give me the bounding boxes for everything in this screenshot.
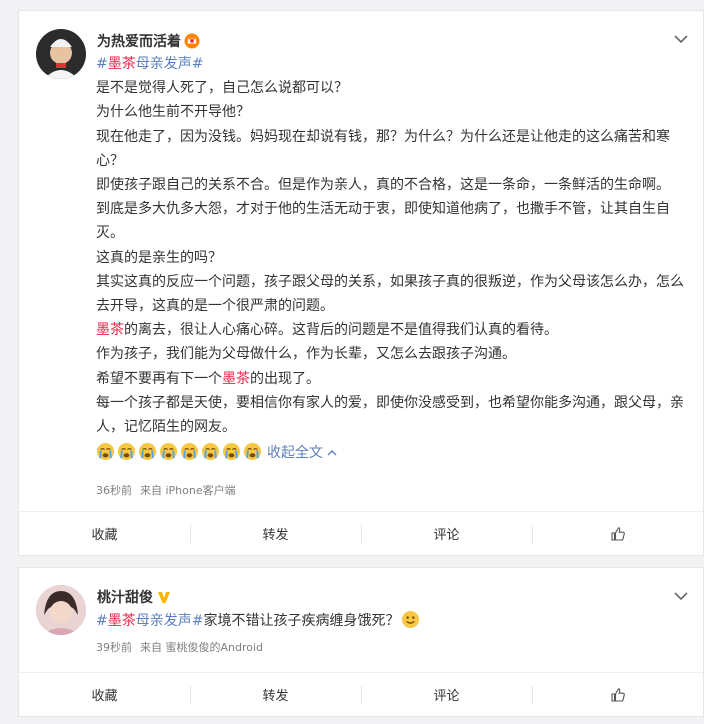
crying-face-icon — [96, 442, 115, 461]
repost-button[interactable]: 转发 — [190, 512, 361, 555]
post-meta: 36秒前 来自 iPhone客户端 — [96, 482, 244, 498]
crying-face-icon — [180, 442, 199, 461]
chevron-up-icon — [327, 450, 337, 456]
thumbs-up-icon — [610, 526, 625, 541]
smiley-face-icon — [401, 610, 420, 629]
text-line: 现在他走了，因为没钱。妈妈现在却说有钱，那？为什么？为什么还是让他走的这么痛苦和… — [96, 128, 670, 169]
like-button[interactable] — [532, 512, 703, 555]
thumbs-up-icon — [610, 687, 625, 702]
username[interactable]: 为热爱而活着 — [97, 31, 200, 53]
verified-v-icon — [156, 589, 172, 609]
post-text: #墨茶母亲发声# 是不是觉得人死了，自己怎么说都可以？ 为什么他生前不开导他？ … — [96, 52, 691, 465]
favorite-button[interactable]: 收藏 — [19, 673, 190, 716]
text-line: 其实这真的反应一个问题，孩子跟父母的关系，如果孩子真的很叛逆，作为父母该怎么办，… — [96, 273, 684, 315]
weibo-post-1: 为热爱而活着 #墨茶母亲发声# 是不是觉得人死了，自己怎么说都可以？ 为什么他生… — [18, 10, 704, 556]
text-line: 作为孩子，我们能为父母做什么，作为长辈，又怎么去跟孩子沟通。 — [96, 346, 516, 363]
crying-face-icon — [243, 442, 262, 461]
text-line: 即使孩子跟自己的关系不合。但是作为亲人，真的不合格，这是一条命，一条鲜活的生命啊… — [96, 177, 670, 194]
topic-link[interactable]: #墨茶母亲发声# — [96, 613, 203, 629]
text-line: 这真的是亲生的吗？ — [96, 249, 222, 266]
crying-face-icon — [117, 442, 136, 461]
highlight-keyword: 墨茶 — [96, 322, 124, 339]
text-line: 希望不要再有下一个墨茶的出现了。 — [96, 370, 320, 387]
weibo-post-2: 桃汁甜俊 #墨茶母亲发声#家境不错让孩子疾病缠身饿死？ 39秒前 来自 蜜桃俊俊的… — [18, 567, 704, 717]
favorite-button[interactable]: 收藏 — [19, 512, 190, 555]
post-source: 来自 蜜桃俊俊的Android — [140, 641, 264, 654]
crying-face-icon — [201, 442, 220, 461]
username[interactable]: 桃汁甜俊 — [97, 587, 172, 609]
collapse-full-text-link[interactable]: 收起全文 — [267, 445, 337, 461]
text-line: 为什么他生前不开导他？ — [96, 104, 250, 121]
text-line: 到底是多大仇多大怨，才对于他的生活无动于衷，即使知道他病了，也撒手不管，让其自生… — [96, 201, 670, 242]
username-text[interactable]: 桃汁甜俊 — [97, 590, 153, 606]
text-line: 每一个孩子都是天使，要相信你有家人的爱，即使你没感受到，也希望你能多沟通，跟父母… — [96, 394, 684, 436]
action-bar: 收藏 转发 评论 — [19, 511, 703, 555]
repost-button[interactable]: 转发 — [190, 673, 361, 716]
comment-button[interactable]: 评论 — [361, 512, 532, 555]
topic-link[interactable]: #墨茶母亲发声# — [96, 56, 203, 72]
action-bar: 收藏 转发 评论 — [19, 672, 703, 716]
like-button[interactable] — [532, 673, 703, 716]
post-text: #墨茶母亲发声#家境不错让孩子疾病缠身饿死？ — [96, 609, 691, 633]
comment-button[interactable]: 评论 — [361, 673, 532, 716]
post-meta: 39秒前 来自 蜜桃俊俊的Android — [96, 639, 271, 655]
chevron-down-icon[interactable] — [673, 31, 689, 47]
crying-face-icon — [222, 442, 241, 461]
post-time[interactable]: 39秒前 — [96, 641, 132, 654]
post-source: 来自 iPhone客户端 — [140, 484, 236, 497]
username-text[interactable]: 为热爱而活着 — [97, 34, 181, 50]
text-line: 墨茶的离去，很让人心痛心碎。这背后的问题是不是值得我们认真的看待。 — [96, 322, 558, 339]
avatar[interactable] — [36, 29, 86, 79]
crying-face-icon — [138, 442, 157, 461]
post-body: 家境不错让孩子疾病缠身饿死？ — [203, 613, 400, 629]
highlight-keyword: 墨茶 — [222, 370, 250, 387]
chevron-down-icon[interactable] — [673, 588, 689, 604]
crying-face-icon — [159, 442, 178, 461]
post-time[interactable]: 36秒前 — [96, 484, 132, 497]
avatar[interactable] — [36, 585, 86, 635]
text-line: 是不是觉得人死了，自己怎么说都可以？ — [96, 80, 348, 97]
vip-crown-icon — [184, 33, 200, 53]
